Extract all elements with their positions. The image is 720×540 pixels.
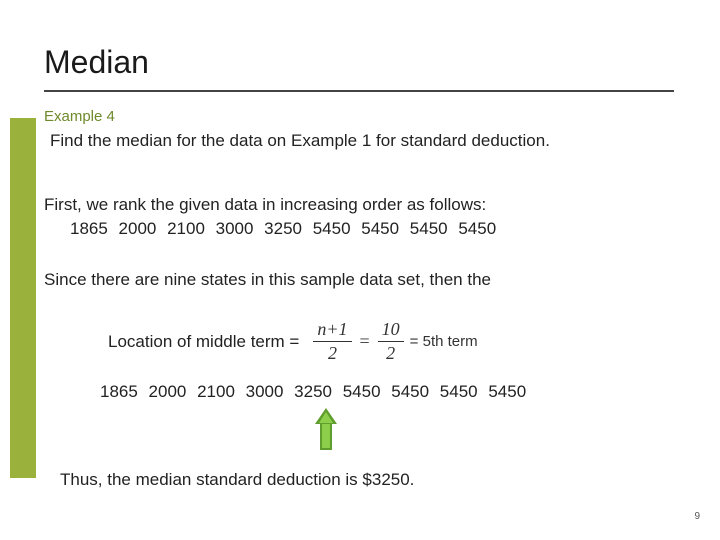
side-accent-band bbox=[10, 118, 36, 478]
problem-prompt: Find the median for the data on Example … bbox=[50, 130, 670, 153]
location-label: Location of middle term = bbox=[108, 332, 299, 352]
conclusion-text: Thus, the median standard deduction is $… bbox=[60, 470, 414, 490]
fraction-1-denominator: 2 bbox=[328, 342, 337, 364]
page-number: 9 bbox=[694, 511, 700, 522]
equals-sign: = bbox=[360, 331, 370, 352]
since-text: Since there are nine states in this samp… bbox=[44, 270, 684, 290]
arrow-stem bbox=[320, 424, 332, 450]
sorted-data-row-2: 1865 2000 2100 3000 3250 5450 5450 5450 … bbox=[100, 382, 526, 402]
title-underline bbox=[44, 90, 674, 92]
slide: Median Example 4 Find the median for the… bbox=[0, 0, 720, 540]
fraction-result: = 5th term bbox=[410, 333, 478, 350]
fraction-1: n+1 2 bbox=[313, 320, 351, 364]
location-of-middle-term: Location of middle term = n+1 2 = 10 2 =… bbox=[108, 320, 478, 364]
median-arrow-icon bbox=[312, 408, 340, 452]
fraction-2-numerator: 10 bbox=[378, 320, 404, 342]
rank-instruction: First, we rank the given data in increas… bbox=[44, 194, 684, 217]
fraction-2: 10 2 bbox=[378, 320, 404, 364]
example-label: Example 4 bbox=[44, 108, 115, 125]
sorted-data-row-1: 1865 2000 2100 3000 3250 5450 5450 5450 … bbox=[70, 219, 496, 239]
fraction-1-numerator: n+1 bbox=[313, 320, 351, 342]
arrow-head-inner bbox=[319, 412, 333, 423]
slide-title: Median bbox=[44, 44, 149, 81]
fraction-2-denominator: 2 bbox=[386, 342, 395, 364]
fraction-expression: n+1 2 = 10 2 = 5th term bbox=[309, 320, 477, 364]
